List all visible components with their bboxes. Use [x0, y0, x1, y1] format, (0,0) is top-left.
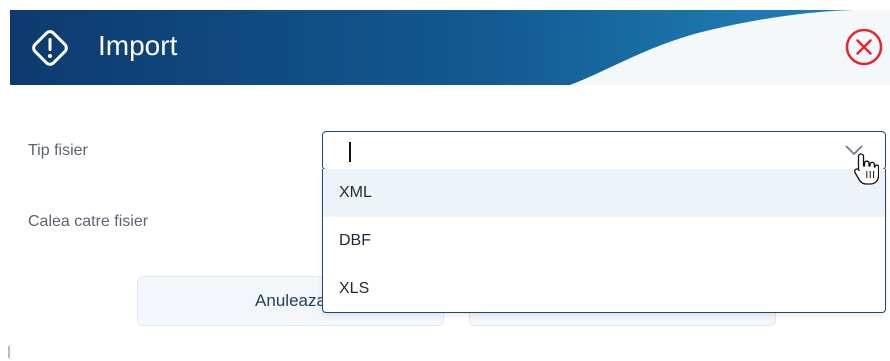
option-xls[interactable]: XLS	[323, 265, 885, 313]
hand-cursor-icon	[854, 153, 879, 185]
option-xml[interactable]: XML	[323, 169, 885, 217]
warning-diamond-icon	[32, 30, 68, 66]
file-type-dropdown: XML DBF XLS	[322, 169, 886, 313]
close-icon[interactable]	[844, 27, 884, 67]
option-dbf[interactable]: DBF	[323, 217, 885, 265]
text-caret	[349, 142, 351, 162]
file-type-select[interactable]	[322, 131, 886, 170]
file-path-label: Calea catre fisier	[28, 213, 149, 230]
dialog-title: Import	[98, 30, 178, 61]
edge-mark	[8, 346, 10, 358]
dialog-header: Import	[10, 10, 890, 85]
import-dialog: Import Tip fisier Calea catre fisier Anu…	[0, 0, 890, 361]
cancel-button-label: Anuleaza	[255, 291, 326, 310]
file-type-label: Tip fisier	[28, 142, 88, 159]
